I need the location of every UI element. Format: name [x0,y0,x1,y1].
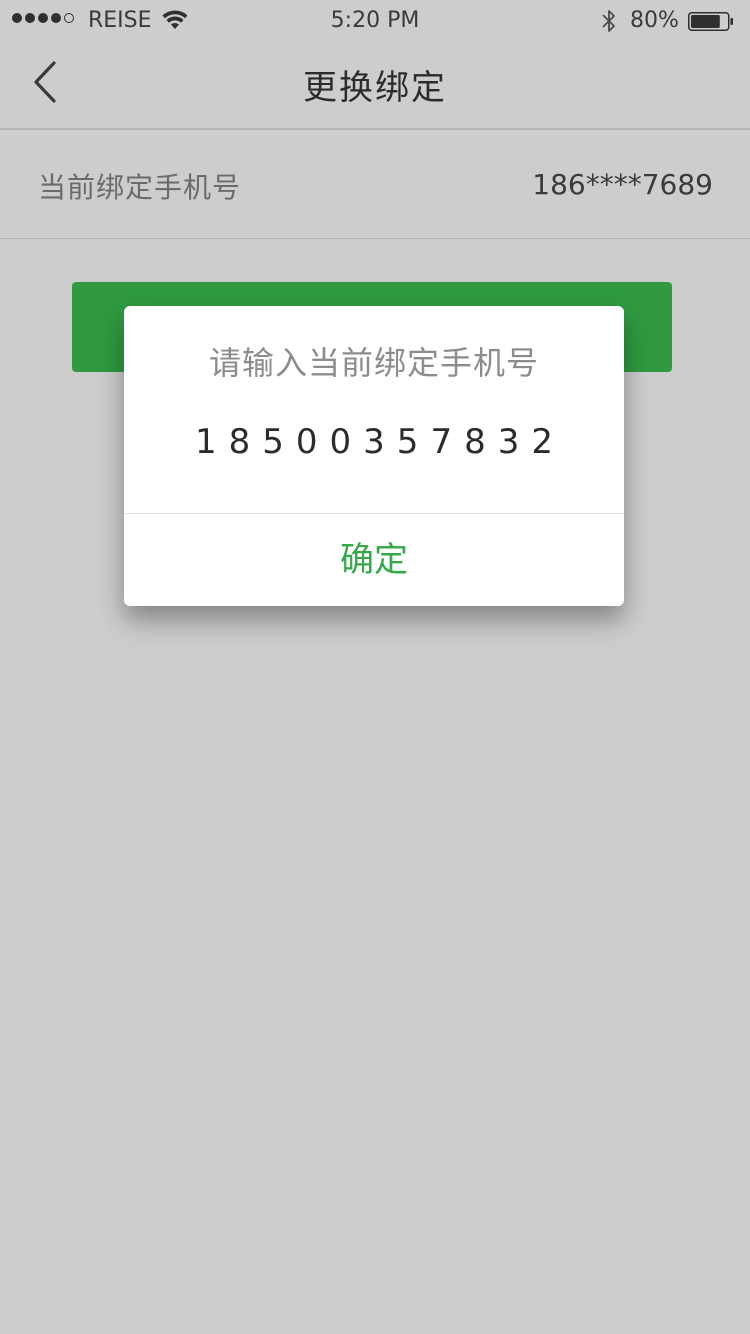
phone-input-field[interactable]: 18500357832 [124,422,624,462]
phone-input-dialog: 请输入当前绑定手机号 18500357832 确定 [124,306,624,606]
battery-icon [688,12,733,31]
current-phone-label: 当前绑定手机号 [38,171,242,204]
dialog-title: 请输入当前绑定手机号 [208,344,539,382]
battery-percentage: 80% [630,8,679,33]
current-phone-value: 186****7689 [532,168,713,201]
status-bar: REISE 5:20 PM 80% [0,0,750,40]
current-phone-row: 当前绑定手机号 186****7689 [0,130,750,239]
navigation-bar: 更换绑定 [0,40,750,130]
confirm-button[interactable]: 确定 [124,514,624,606]
page-title: 更换绑定 [303,68,447,108]
bluetooth-icon [600,8,618,40]
